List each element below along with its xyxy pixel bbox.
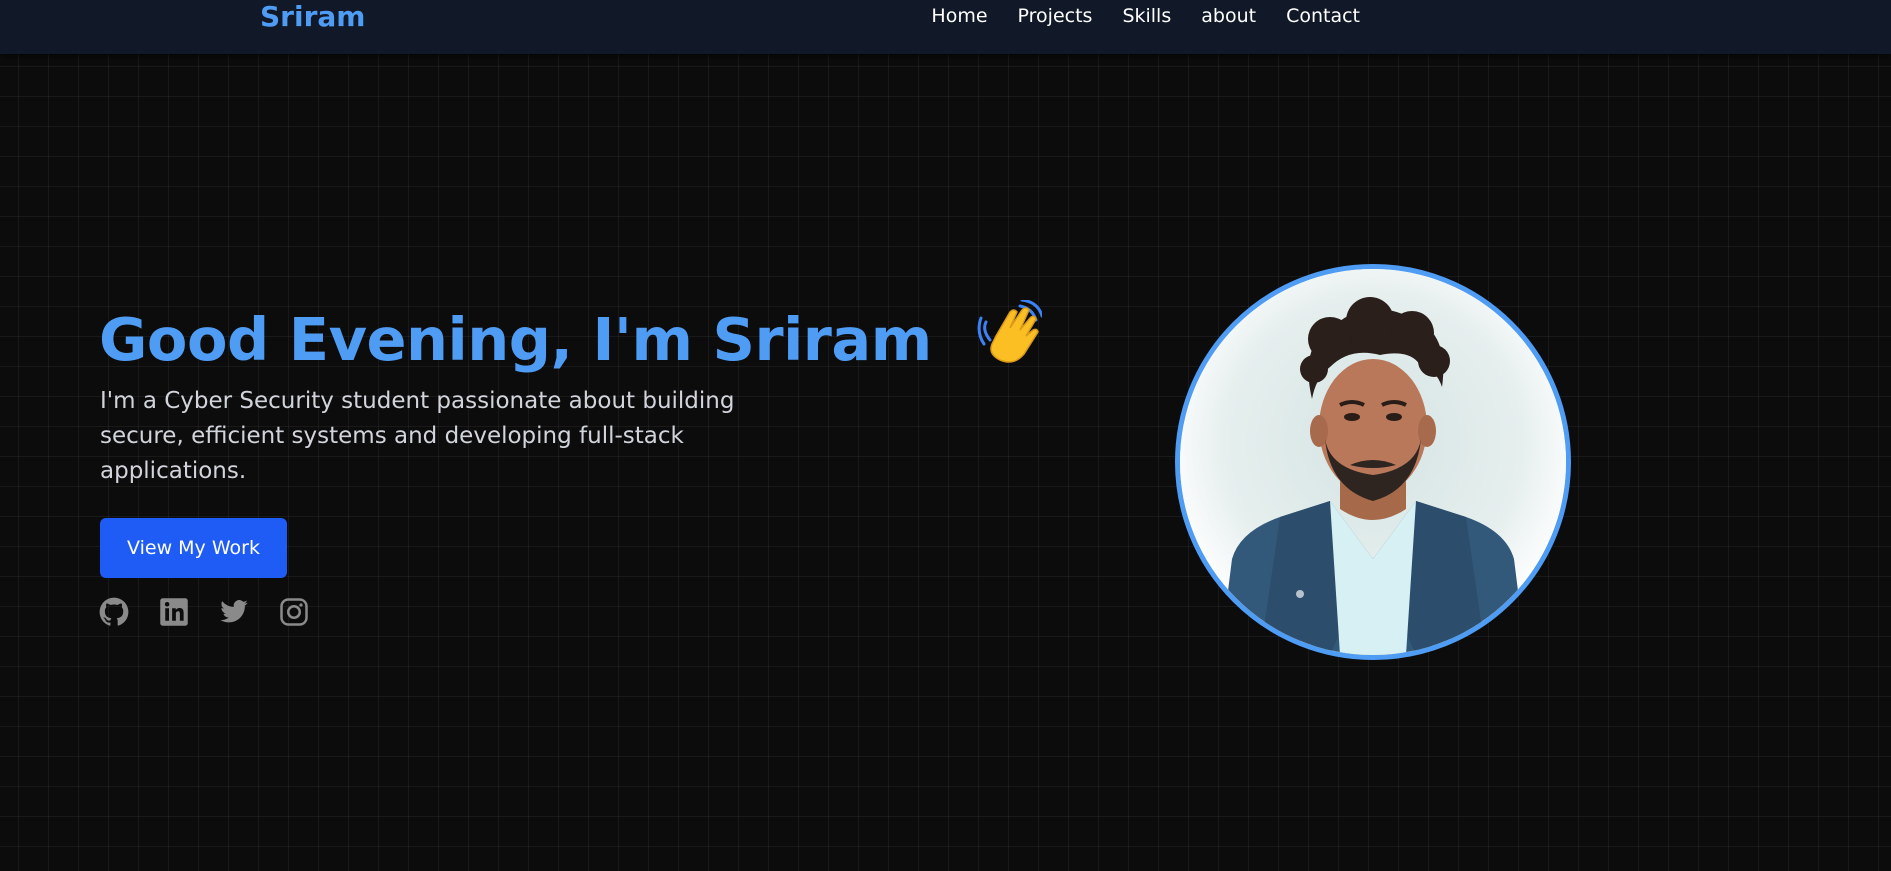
linkedin-link[interactable] <box>159 597 189 627</box>
hero-description: I'm a Cyber Security student passionate … <box>100 388 735 484</box>
github-link[interactable] <box>99 597 129 627</box>
nav-link-projects[interactable]: Projects <box>1018 0 1093 33</box>
twitter-link[interactable] <box>219 597 249 627</box>
twitter-icon <box>220 600 248 623</box>
github-icon <box>99 597 129 626</box>
instagram-link[interactable] <box>279 597 309 627</box>
brand-logo[interactable]: Sriram <box>260 0 365 33</box>
nav-link-home[interactable]: Home <box>931 0 987 33</box>
profile-photo <box>1180 269 1566 655</box>
nav-link-contact[interactable]: Contact <box>1286 0 1360 33</box>
social-links <box>99 597 309 627</box>
hero-title-text: Good Evening, I'm Sriram <box>99 305 932 374</box>
navbar: Sriram Home Projects Skills about Contac… <box>0 0 1891 54</box>
nav-links: Home Projects Skills about Contact <box>931 0 1360 33</box>
profile-avatar <box>1175 264 1571 660</box>
hero-title: Good Evening, I'm Sriram <box>99 298 1044 380</box>
view-my-work-button[interactable]: View My Work <box>100 518 287 578</box>
linkedin-icon <box>160 598 188 626</box>
waving-hand-icon <box>976 298 1044 380</box>
nav-link-about[interactable]: about <box>1201 0 1256 33</box>
nav-link-skills[interactable]: Skills <box>1122 0 1171 33</box>
instagram-icon <box>280 598 308 626</box>
